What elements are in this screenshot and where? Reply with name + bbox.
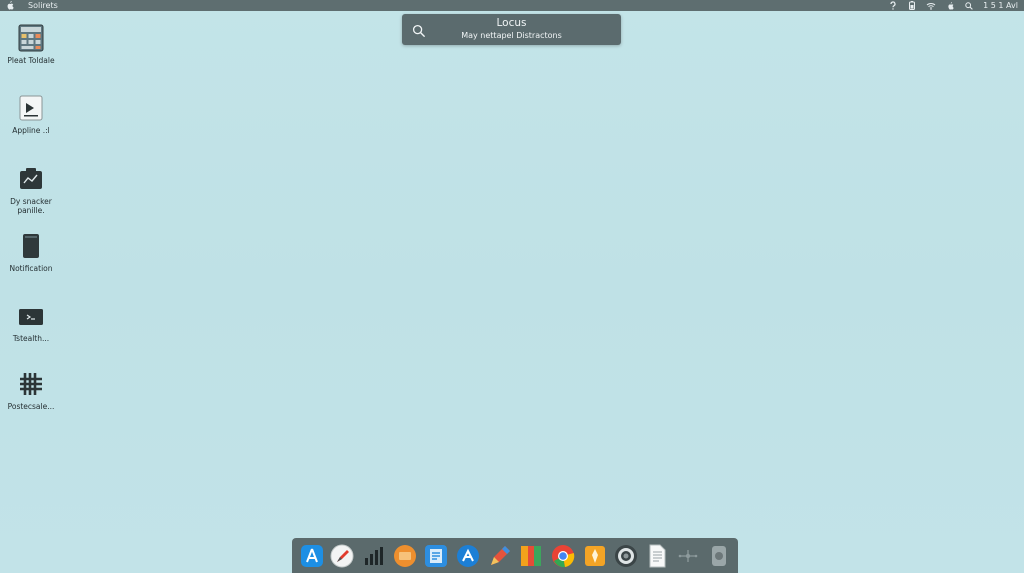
safari-icon[interactable] xyxy=(330,544,354,568)
terminal-icon xyxy=(17,302,45,330)
app-icon xyxy=(17,94,45,122)
help-icon[interactable] xyxy=(888,0,898,11)
menu-bar: Solirets 1 5 1 Avl xyxy=(0,0,1024,11)
focus-subtitle: May nettapel Distractons xyxy=(461,31,562,40)
dashboard-icon xyxy=(17,165,45,193)
desktop-item-appline[interactable]: Appline .:l xyxy=(0,94,66,135)
dock xyxy=(292,538,738,573)
desktop-item-label: Postecsale... xyxy=(7,402,55,411)
app-store-icon[interactable] xyxy=(300,544,324,568)
focus-widget[interactable]: Locus May nettapel Distractons xyxy=(402,14,621,45)
notification-icon xyxy=(17,232,45,260)
desktop-item-label: Appline .:l xyxy=(12,126,50,135)
desktop-item-postecsale[interactable]: Postecsale... xyxy=(0,370,66,411)
calculator-icon xyxy=(17,24,45,52)
desktop-item-tstealth[interactable]: Tstealth... xyxy=(0,302,66,343)
desktop-item-calculator[interactable]: Pleat Toldale xyxy=(0,24,66,65)
app-name[interactable]: Solirets xyxy=(28,0,58,11)
desktop-item-label: Tstealth... xyxy=(12,334,50,343)
network-icon[interactable] xyxy=(676,544,700,568)
apple-icon[interactable] xyxy=(6,0,14,11)
wifi-icon[interactable] xyxy=(926,0,936,11)
xcode-icon[interactable] xyxy=(456,544,480,568)
desktop-background: Solirets 1 5 1 Avl Locus May nettapel Di… xyxy=(0,0,1024,573)
apple-icon[interactable] xyxy=(945,0,955,11)
grid-icon xyxy=(17,370,45,398)
spotlight-icon[interactable] xyxy=(964,0,974,11)
desktop-item-label: Dy snacker panille. xyxy=(10,197,52,215)
desktop-item-label: Notification xyxy=(9,264,53,273)
notes-icon[interactable] xyxy=(519,544,543,568)
disk-icon[interactable] xyxy=(707,544,731,568)
sketch-icon[interactable] xyxy=(583,544,607,568)
desktop-item-label: Pleat Toldale xyxy=(7,56,55,65)
camera-icon[interactable] xyxy=(614,544,638,568)
finder-icon[interactable] xyxy=(424,544,448,568)
document-icon[interactable] xyxy=(645,544,669,568)
battery-icon[interactable] xyxy=(907,0,917,11)
desktop-item-dashboard[interactable]: Dy snacker panille. xyxy=(0,165,66,215)
pencil-icon[interactable] xyxy=(488,544,512,568)
desktop-item-notification[interactable]: Notification xyxy=(0,232,66,273)
activity-monitor-icon[interactable] xyxy=(361,544,385,568)
focus-title: Locus xyxy=(496,17,527,29)
books-icon[interactable] xyxy=(393,544,417,568)
menubar-clock[interactable]: 1 5 1 Avl xyxy=(983,0,1018,11)
chrome-icon[interactable] xyxy=(551,544,575,568)
